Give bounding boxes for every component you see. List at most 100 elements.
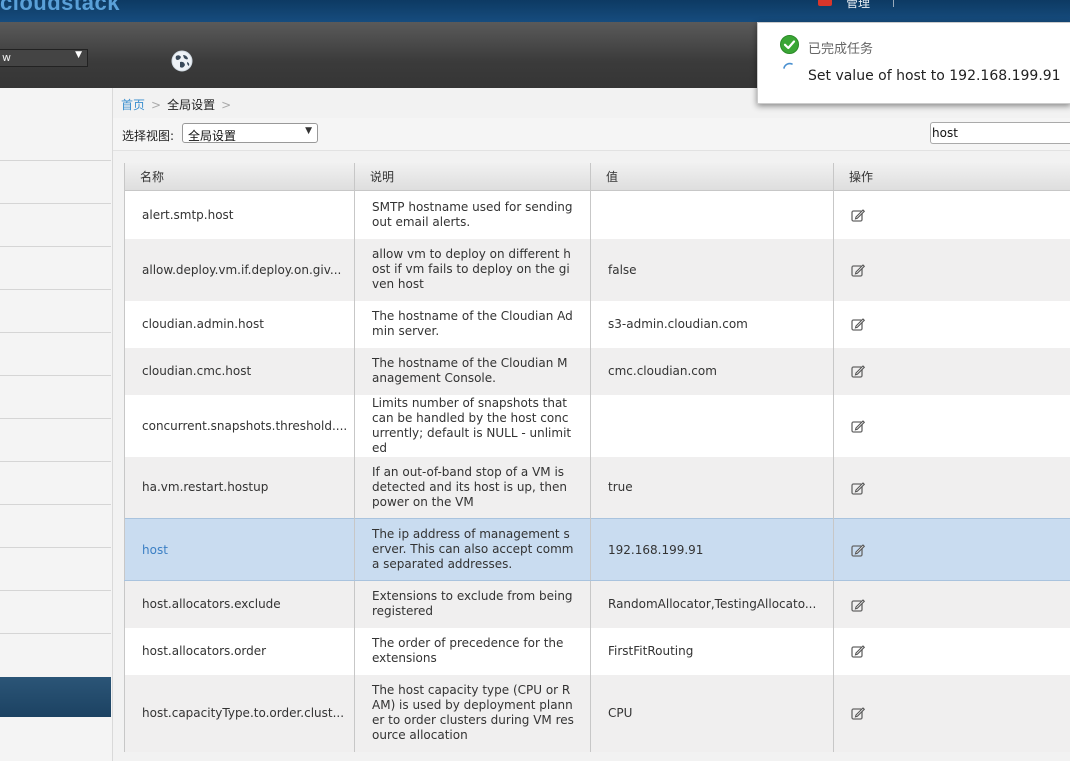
actions-cell [833, 674, 1070, 752]
setting-description-cell: If an out-of-band stop of a VM is detect… [354, 456, 591, 519]
edit-icon[interactable] [851, 317, 865, 331]
edit-icon[interactable] [851, 419, 865, 433]
breadcrumb-home-link[interactable]: 首页 [121, 98, 145, 112]
table-row[interactable]: host The ip address of management server.… [124, 518, 1070, 581]
header-divider [893, 0, 894, 7]
table-row[interactable]: host.allocators.order The order of preced… [124, 627, 1070, 675]
actions-cell [833, 300, 1070, 348]
table-row[interactable]: cloudian.admin.host The hostname of the C… [124, 300, 1070, 348]
globe-icon[interactable] [171, 50, 193, 72]
edit-icon[interactable] [851, 706, 865, 720]
setting-description-cell: SMTP hostname used for sending out email… [354, 190, 591, 239]
setting-description-cell: Limits number of snapshots that can be h… [354, 394, 591, 457]
sidebar-divider [0, 289, 111, 290]
setting-name-cell[interactable]: allow.deploy.vm.if.deploy.on.giv... [124, 238, 355, 301]
table-row[interactable]: alert.smtp.host SMTP hostname used for se… [124, 190, 1070, 239]
edit-icon[interactable] [851, 644, 865, 658]
setting-value-cell: s3-admin.cloudian.com [590, 300, 834, 348]
column-header-value[interactable]: 值 [590, 163, 834, 191]
filter-bar: 选择视图: 全局设置 ▼ [113, 118, 1070, 151]
setting-value-cell: 192.168.199.91 [590, 518, 834, 581]
edit-icon[interactable] [851, 263, 865, 277]
table-row[interactable]: concurrent.snapshots.threshold.... Limits… [124, 394, 1070, 457]
column-header-name[interactable]: 名称 [124, 163, 355, 191]
sidebar-divider [0, 246, 111, 247]
edit-icon[interactable] [851, 481, 865, 495]
setting-value-cell: RandomAllocator,TestingAllocato... [590, 580, 834, 628]
breadcrumb: 首页 > 全局设置 > [121, 96, 237, 113]
edit-icon[interactable] [851, 208, 865, 222]
setting-name-cell[interactable]: cloudian.admin.host [124, 300, 355, 348]
setting-name-cell[interactable]: cloudian.cmc.host [124, 347, 355, 395]
sidebar-divider [0, 160, 111, 161]
sidebar-divider [0, 633, 111, 634]
actions-cell [833, 518, 1070, 581]
setting-value-cell: false [590, 238, 834, 301]
setting-value-cell: true [590, 456, 834, 519]
setting-name-cell[interactable]: ha.vm.restart.hostup [124, 456, 355, 519]
setting-name-cell[interactable]: host [124, 518, 355, 581]
check-circle-icon [780, 35, 799, 54]
actions-cell [833, 347, 1070, 395]
sidebar-divider [0, 332, 111, 333]
chevron-down-icon: ▼ [75, 50, 82, 60]
chevron-down-icon: ▼ [305, 126, 312, 136]
user-name[interactable]: 管理 [846, 0, 870, 11]
actions-cell [833, 456, 1070, 519]
setting-description-cell: The host capacity type (CPU or RAM) is u… [354, 674, 591, 752]
project-view-value: w [2, 51, 11, 64]
edit-icon[interactable] [851, 598, 865, 612]
top-header: cloudstack 管理 [0, 0, 1070, 22]
task-notification: 已完成任务 Set value of host to 192.168.199.9… [757, 22, 1070, 104]
search-input[interactable] [930, 122, 1070, 144]
sidebar-divider [0, 547, 111, 548]
table-header-row: 名称 说明 值 操作 [124, 163, 1070, 191]
setting-name-cell[interactable]: host.allocators.order [124, 627, 355, 675]
setting-description-cell: The ip address of management server. Thi… [354, 518, 591, 581]
breadcrumb-separator: > [151, 98, 162, 112]
column-header-description[interactable]: 说明 [354, 163, 591, 191]
actions-cell [833, 394, 1070, 457]
pending-task-text[interactable]: Set value of host to 192.168.199.91 [808, 68, 1061, 84]
sidebar-divider [0, 590, 111, 591]
edit-icon[interactable] [851, 543, 865, 557]
loading-spinner-icon [783, 62, 793, 69]
user-alert-badge[interactable] [818, 0, 832, 6]
sidebar-divider [0, 418, 111, 419]
actions-cell [833, 627, 1070, 675]
sidebar-divider [0, 203, 111, 204]
sidebar-divider [0, 504, 111, 505]
table-row[interactable]: host.capacityType.to.order.clust... The h… [124, 674, 1070, 752]
view-filter-select[interactable]: 全局设置 ▼ [182, 123, 318, 143]
table-row[interactable]: allow.deploy.vm.if.deploy.on.giv... allow… [124, 238, 1070, 301]
actions-cell [833, 190, 1070, 239]
sidebar-divider [0, 461, 111, 462]
table-row[interactable]: host.allocators.exclude Extensions to exc… [124, 580, 1070, 628]
edit-icon[interactable] [851, 364, 865, 378]
view-filter-value: 全局设置 [188, 129, 237, 143]
breadcrumb-separator: > [221, 98, 232, 112]
global-settings-table: 名称 说明 值 操作 alert.smtp.host SMTP hostname … [124, 163, 1070, 752]
setting-description-cell: The order of precedence for the extensio… [354, 627, 591, 675]
setting-value-cell: CPU [590, 674, 834, 752]
table-row[interactable]: cloudian.cmc.host The hostname of the Clo… [124, 347, 1070, 395]
setting-name-cell[interactable]: host.allocators.exclude [124, 580, 355, 628]
setting-value-cell [590, 394, 834, 457]
setting-description-cell: allow vm to deploy on different host if … [354, 238, 591, 301]
setting-name-cell[interactable]: host.capacityType.to.order.clust... [124, 674, 355, 752]
project-view-select[interactable]: w ▼ [0, 49, 88, 67]
setting-value-cell: FirstFitRouting [590, 627, 834, 675]
breadcrumb-current[interactable]: 全局设置 [167, 98, 215, 112]
setting-name-cell[interactable]: concurrent.snapshots.threshold.... [124, 394, 355, 457]
setting-name-cell[interactable]: alert.smtp.host [124, 190, 355, 239]
actions-cell [833, 238, 1070, 301]
sidebar-item-global-settings[interactable] [0, 677, 111, 717]
view-filter-label: 选择视图: [122, 129, 175, 143]
left-sidebar [0, 88, 113, 761]
app-logo[interactable]: cloudstack [0, 0, 120, 16]
completed-tasks-label: 已完成任务 [808, 42, 874, 57]
setting-value-cell: cmc.cloudian.com [590, 347, 834, 395]
setting-description-cell: The hostname of the Cloudian Management … [354, 347, 591, 395]
setting-description-cell: Extensions to exclude from being registe… [354, 580, 591, 628]
table-row[interactable]: ha.vm.restart.hostup If an out-of-band st… [124, 456, 1070, 519]
